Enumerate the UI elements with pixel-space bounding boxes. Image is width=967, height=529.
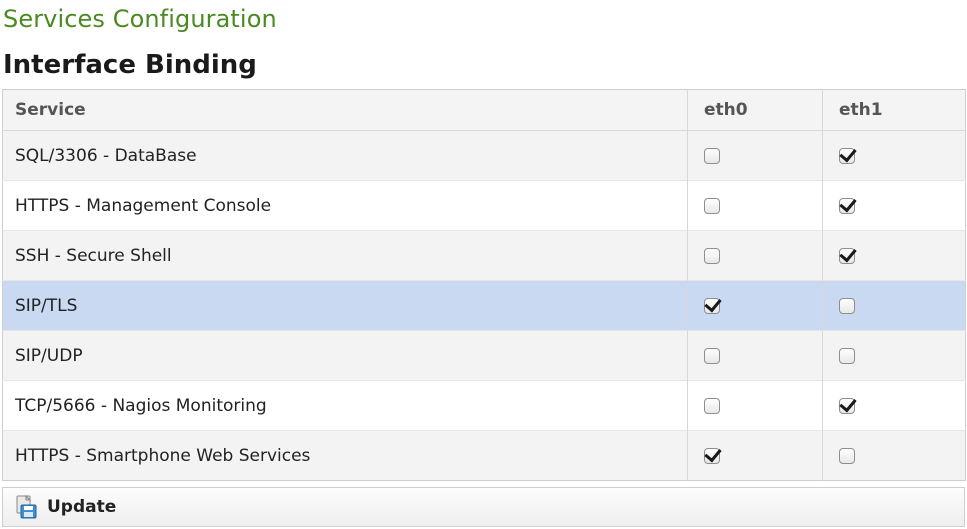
column-header-service: Service (2, 89, 688, 131)
update-button[interactable]: Update (3, 488, 116, 526)
eth0-checkbox[interactable] (704, 247, 720, 264)
eth0-cell (687, 330, 823, 381)
eth1-checkbox[interactable] (839, 347, 855, 364)
eth0-checkbox[interactable] (704, 197, 720, 214)
section-title: Services Configuration (3, 5, 277, 33)
column-header-eth0: eth0 (687, 89, 823, 131)
eth1-checkbox[interactable] (839, 447, 855, 464)
service-name-cell: HTTPS - Management Console (2, 180, 688, 231)
service-name-cell: SSH - Secure Shell (2, 230, 688, 281)
eth0-cell (687, 180, 823, 231)
eth0-checkbox[interactable] (704, 447, 720, 464)
table-row[interactable]: HTTPS - Management Console (2, 180, 966, 231)
table-row[interactable]: SIP/UDP (2, 330, 966, 381)
table-body: SQL/3306 - DataBase HTTPS - Management Co… (2, 130, 966, 481)
column-header-eth1: eth1 (822, 89, 966, 131)
eth1-cell (822, 130, 966, 181)
eth0-checkbox[interactable] (704, 297, 720, 314)
table-row[interactable]: SSH - Secure Shell (2, 230, 966, 281)
eth0-checkbox[interactable] (704, 347, 720, 364)
table-row[interactable]: SIP/TLS (2, 280, 966, 331)
eth0-cell (687, 430, 823, 481)
service-name-cell: HTTPS - Smartphone Web Services (2, 430, 688, 481)
eth1-cell (822, 180, 966, 231)
eth1-cell (822, 280, 966, 331)
interface-binding-table: Service eth0 eth1 SQL/3306 - DataBase HTT… (2, 89, 966, 481)
table-row[interactable]: SQL/3306 - DataBase (2, 130, 966, 181)
eth0-cell (687, 230, 823, 281)
save-icon (15, 494, 37, 519)
service-name-cell: TCP/5666 - Nagios Monitoring (2, 380, 688, 431)
update-button-label: Update (47, 497, 117, 517)
eth1-cell (822, 330, 966, 381)
eth0-cell (687, 380, 823, 431)
action-bar: Update (2, 487, 965, 527)
eth1-checkbox[interactable] (839, 197, 855, 214)
eth1-cell (822, 380, 966, 431)
table-row[interactable]: HTTPS - Smartphone Web Services (2, 430, 966, 481)
eth0-cell (687, 130, 823, 181)
eth0-checkbox[interactable] (704, 147, 720, 164)
page-title: Interface Binding (3, 50, 257, 80)
table-header-row: Service eth0 eth1 (2, 89, 966, 131)
eth1-cell (822, 430, 966, 481)
services-configuration-page: Services Configuration Interface Binding… (0, 0, 967, 529)
eth1-cell (822, 230, 966, 281)
eth1-checkbox[interactable] (839, 147, 855, 164)
table-row[interactable]: TCP/5666 - Nagios Monitoring (2, 380, 966, 431)
eth0-checkbox[interactable] (704, 397, 720, 414)
eth0-cell (687, 280, 823, 331)
service-name-cell: SIP/UDP (2, 330, 688, 381)
service-name-cell: SQL/3306 - DataBase (2, 130, 688, 181)
eth1-checkbox[interactable] (839, 297, 855, 314)
eth1-checkbox[interactable] (839, 247, 855, 264)
eth1-checkbox[interactable] (839, 397, 855, 414)
service-name-cell: SIP/TLS (2, 280, 688, 331)
